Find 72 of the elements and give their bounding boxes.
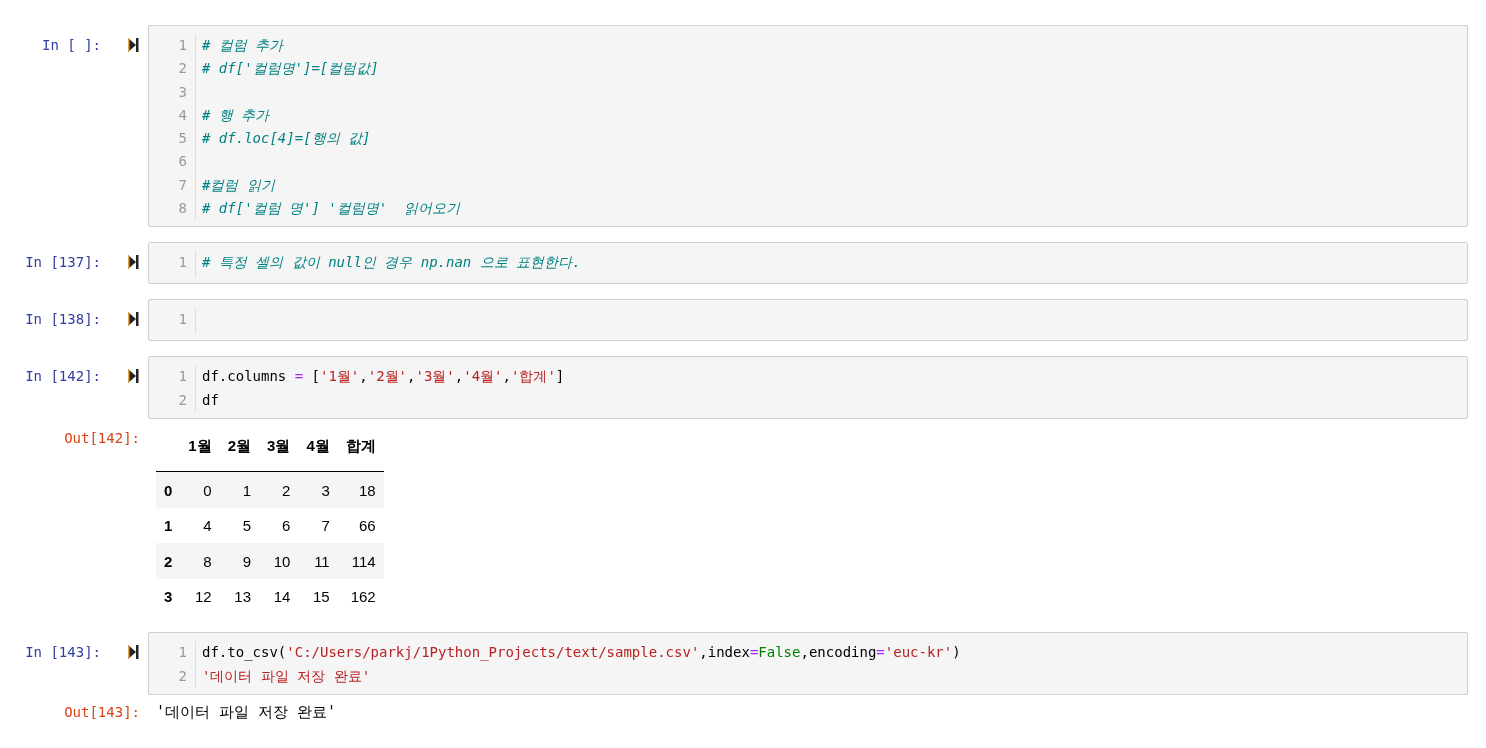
table-cell: 3 bbox=[298, 471, 338, 508]
row-index: 1 bbox=[156, 507, 181, 544]
output-text: '데이터 파일 저장 완료' bbox=[156, 702, 337, 724]
table-cell: 0 bbox=[180, 471, 220, 508]
column-header: 4월 bbox=[298, 426, 338, 472]
code-line: # 특정 셀의 값이 null인 경우 np.nan 으로 표현한다. bbox=[202, 254, 581, 271]
line-number: 1 bbox=[177, 310, 187, 330]
line-number: 3 bbox=[177, 82, 187, 102]
line-number: 1 bbox=[177, 36, 187, 55]
code-line: df.to_csv('C:/Users/parkj/1Python_Projects/text/sample.csv',index=False,encoding='euc-kr') bbox=[202, 644, 961, 661]
code-editor[interactable]: 1 # 특정 셀의 값이 null인 경우 np.nan 으로 표현한다. bbox=[148, 242, 1468, 285]
line-number: 1 bbox=[177, 253, 187, 273]
line-number: 2 bbox=[177, 666, 187, 686]
table-cell: 8 bbox=[180, 543, 220, 579]
line-number: 2 bbox=[177, 59, 187, 79]
table-cell: 114 bbox=[337, 543, 384, 579]
line-number: 1 bbox=[177, 643, 187, 663]
table-cell: 13 bbox=[219, 578, 260, 615]
code-line: df bbox=[202, 391, 219, 408]
code-line: # 행 추가 bbox=[202, 106, 270, 123]
input-prompt: In [138]: bbox=[24, 310, 101, 330]
table-cell: 6 bbox=[259, 507, 299, 544]
code-editor[interactable]: 1 2 df.to_csv('C:/Users/parkj/1Python_Projects/text/sample.csv',index=False,encoding='euc-kr') '데이터 파일 저장 완료' bbox=[148, 632, 1468, 696]
line-number: 5 bbox=[177, 129, 187, 149]
table-cell: 2 bbox=[259, 471, 299, 508]
code-line: '데이터 파일 저장 완료' bbox=[202, 667, 371, 684]
code-line: # df['컬럼명']=[컬럼값] bbox=[202, 60, 379, 77]
column-header: 2월 bbox=[219, 426, 260, 472]
code-line: # df.loc[4]=[행의 값] bbox=[202, 130, 371, 147]
table-cell: 66 bbox=[337, 507, 384, 544]
output-prompt: Out[142]: bbox=[63, 428, 140, 448]
code-line: #컬럼 읽기 bbox=[202, 176, 275, 193]
line-number: 4 bbox=[177, 105, 187, 125]
input-prompt: In [142]: bbox=[24, 367, 101, 387]
row-index: 3 bbox=[156, 578, 181, 615]
row-index: 0 bbox=[156, 471, 181, 508]
run-cell-icon[interactable] bbox=[127, 254, 139, 271]
code-editor[interactable]: 1 2 df.columns = ['1월','2월','3월','4월','합계'] df bbox=[148, 356, 1468, 419]
output-prompt: Out[143]: bbox=[63, 703, 140, 723]
line-number: 7 bbox=[177, 175, 187, 195]
table-cell: 9 bbox=[219, 543, 260, 579]
code-editor[interactable]: 1 bbox=[148, 299, 1468, 342]
table-cell: 18 bbox=[337, 471, 384, 508]
line-number: 1 bbox=[177, 367, 187, 387]
run-cell-icon[interactable] bbox=[127, 644, 139, 661]
code-line: # df['컬럼 명'] '컬럼명' 읽어오기 bbox=[202, 200, 460, 217]
code-editor[interactable]: 1 2 3 4 5 6 7 8 # 컬럼 추가 # df['컬럼명']=[컬럼값] # 행 추가 # df.loc[4]=[행의 값] #컬럼 읽기 # df['컬럼 명'] '컬럼명' 읽어오기 bbox=[148, 25, 1468, 228]
code-line: # 컬럼 추가 bbox=[202, 37, 284, 53]
table-cell: 15 bbox=[298, 578, 338, 615]
table-cell: 1 bbox=[219, 471, 260, 508]
line-number: 8 bbox=[177, 199, 187, 219]
table-cell: 11 bbox=[298, 543, 338, 579]
run-cell-icon[interactable] bbox=[127, 311, 139, 328]
column-header: 1월 bbox=[180, 426, 220, 472]
code-line: df.columns = ['1월','2월','3월','4월','합계'] bbox=[202, 368, 565, 385]
column-header: 3월 bbox=[259, 426, 299, 472]
line-number: 6 bbox=[177, 152, 187, 172]
input-prompt: In [ ]: bbox=[41, 36, 101, 55]
column-header: 합계 bbox=[337, 426, 384, 472]
table-cell: 5 bbox=[219, 507, 260, 544]
line-number: 2 bbox=[177, 390, 187, 410]
input-prompt: In [137]: bbox=[24, 253, 101, 273]
table-cell: 10 bbox=[259, 543, 299, 579]
table-cell: 12 bbox=[180, 578, 220, 615]
table-cell: 162 bbox=[337, 578, 384, 615]
run-cell-icon[interactable] bbox=[127, 368, 139, 385]
table-cell: 7 bbox=[298, 507, 338, 544]
table-cell: 4 bbox=[180, 507, 220, 544]
input-prompt: In [143]: bbox=[24, 643, 101, 663]
table-cell: 14 bbox=[259, 578, 299, 615]
run-cell-icon[interactable] bbox=[127, 37, 139, 53]
row-index: 2 bbox=[156, 543, 181, 579]
